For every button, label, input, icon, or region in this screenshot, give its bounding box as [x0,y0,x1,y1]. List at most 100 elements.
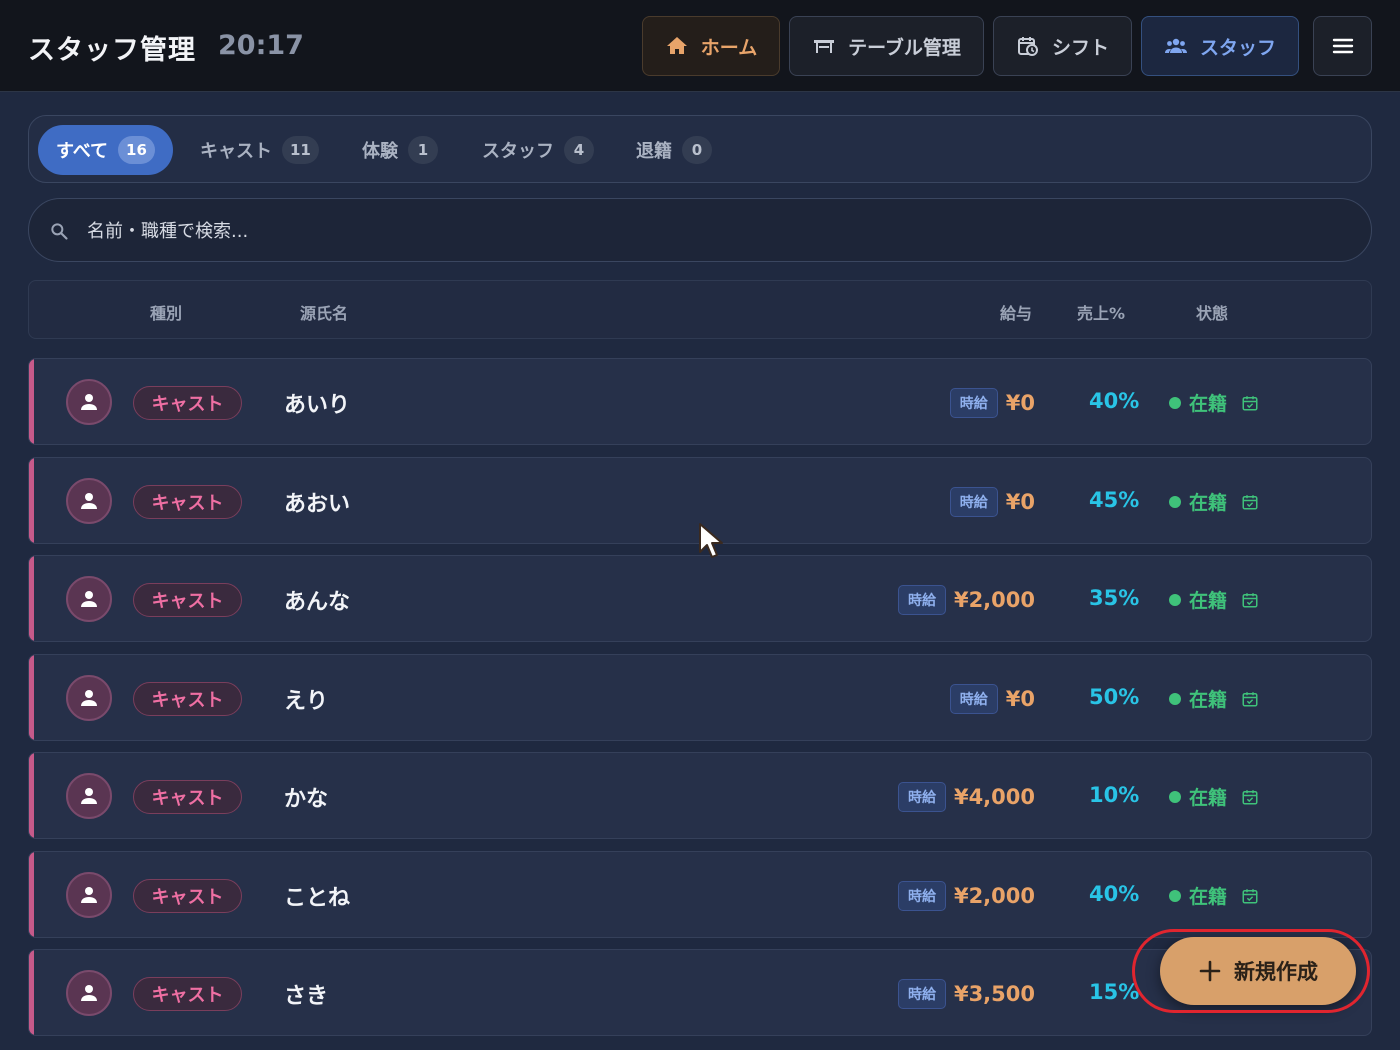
status-dot [1169,790,1181,803]
wage-type-tag: 時給 [949,487,998,517]
type-badge: キャスト [133,583,242,617]
table-row[interactable]: キャスト あんな 時給 ¥2,000 35% 在籍 [28,555,1372,642]
col-status: 状態 [1196,304,1229,323]
menu-button[interactable] [1313,16,1372,76]
tab-all[interactable]: すべて 16 [38,125,173,175]
wage: 時給 ¥0 [949,485,1035,519]
table-row[interactable]: キャスト えり 時給 ¥0 50% 在籍 [28,654,1372,741]
col-name: 源氏名 [300,304,349,323]
type-badge: キャスト [133,386,242,420]
nav-home-button[interactable]: ホーム [642,16,780,76]
nav-shift-button[interactable]: シフト [993,16,1132,76]
status-label: 在籍 [1189,590,1228,612]
calendar-clock-icon [1017,37,1038,56]
nav-staff-button[interactable]: スタッフ [1141,16,1299,76]
wage-type-tag: 時給 [897,585,946,615]
wage-value: ¥4,000 [953,785,1035,809]
tab-label: スタッフ [482,141,554,162]
wage-type-tag: 時給 [949,684,998,714]
app-header: スタッフ管理 20:17 ホーム テーブル管理 シフト スタッフ [0,0,1400,92]
status-dot [1169,495,1181,508]
wage: 時給 ¥4,000 [897,780,1035,814]
col-wage: 給与 [1000,304,1033,323]
nav-shift-label: シフト [1051,36,1109,59]
avatar [66,872,112,918]
staff-name: かな [284,787,329,812]
wage-type-tag: 時給 [949,388,998,418]
search-icon [51,223,68,240]
wage-value: ¥2,000 [953,588,1035,612]
staff-name: えり [284,689,329,714]
type-badge: キャスト [133,780,242,814]
mouse-cursor-icon [699,523,723,558]
person-icon [81,690,97,706]
search-input[interactable] [87,211,1347,251]
page-title: スタッフ管理 [28,35,196,66]
staff-name: あおい [284,492,351,517]
status-label: 在籍 [1189,689,1228,711]
calendar-check-icon[interactable] [1241,788,1259,806]
wage-type-tag: 時給 [897,979,946,1009]
sales-percent: 10% [1089,783,1140,807]
people-icon [1164,38,1187,53]
person-icon [81,788,97,804]
tab-staff[interactable]: スタッフ 4 [464,125,612,175]
create-new-button[interactable]: 新規作成 [1160,937,1356,1005]
wage: 時給 ¥0 [949,386,1035,420]
tab-trial[interactable]: 体験 1 [344,125,456,175]
calendar-check-icon[interactable] [1241,394,1259,412]
sales-percent: 45% [1089,488,1140,512]
person-icon [81,394,97,410]
status-label: 在籍 [1189,886,1228,908]
plus-icon [1199,960,1221,982]
calendar-check-icon[interactable] [1241,493,1259,511]
avatar [66,970,112,1016]
nav-home-label: ホーム [700,36,758,59]
status: 在籍 [1169,882,1259,909]
status-label: 在籍 [1189,787,1228,809]
avatar [66,478,112,524]
wage: 時給 ¥0 [949,682,1035,716]
table-row[interactable]: キャスト あいり 時給 ¥0 40% 在籍 [28,358,1372,445]
col-type: 種別 [150,304,183,323]
staff-name: ことね [284,886,351,911]
status-dot [1169,593,1181,606]
status: 在籍 [1169,586,1259,613]
avatar [66,576,112,622]
wage-value: ¥0 [1005,687,1035,711]
tab-cast[interactable]: キャスト 11 [182,125,337,175]
calendar-check-icon[interactable] [1241,591,1259,609]
avatar [66,379,112,425]
table-icon [814,40,835,53]
person-icon [81,887,97,903]
tab-count: 4 [564,136,594,164]
wage-value: ¥0 [1005,391,1035,415]
wage-value: ¥0 [1005,490,1035,514]
person-icon [81,493,97,509]
staff-name: あいり [284,393,351,418]
home-icon [666,37,687,54]
sales-percent: 40% [1089,882,1140,906]
nav-table-button[interactable]: テーブル管理 [789,16,984,76]
wage: 時給 ¥2,000 [897,583,1035,617]
nav-staff-label: スタッフ [1199,36,1276,59]
table-row[interactable]: キャスト かな 時給 ¥4,000 10% 在籍 [28,752,1372,839]
tab-count: 0 [682,136,712,164]
type-badge: キャスト [133,879,242,913]
tab-retired[interactable]: 退籍 0 [618,125,730,175]
calendar-check-icon[interactable] [1241,690,1259,708]
type-badge: キャスト [133,485,242,519]
person-icon [81,985,97,1001]
search-bar [28,198,1372,262]
table-row[interactable]: キャスト ことね 時給 ¥2,000 40% 在籍 [28,851,1372,938]
calendar-check-icon[interactable] [1241,887,1259,905]
tab-label: すべて [56,141,109,162]
sales-percent: 40% [1089,389,1140,413]
status-label: 在籍 [1189,492,1228,514]
table-header: 種別 源氏名 給与 売上% 状態 [28,280,1372,339]
staff-name: あんな [284,590,351,615]
tab-label: 退籍 [636,141,672,162]
status-label: 在籍 [1189,393,1228,415]
create-new-label: 新規作成 [1234,960,1318,984]
avatar [66,773,112,819]
